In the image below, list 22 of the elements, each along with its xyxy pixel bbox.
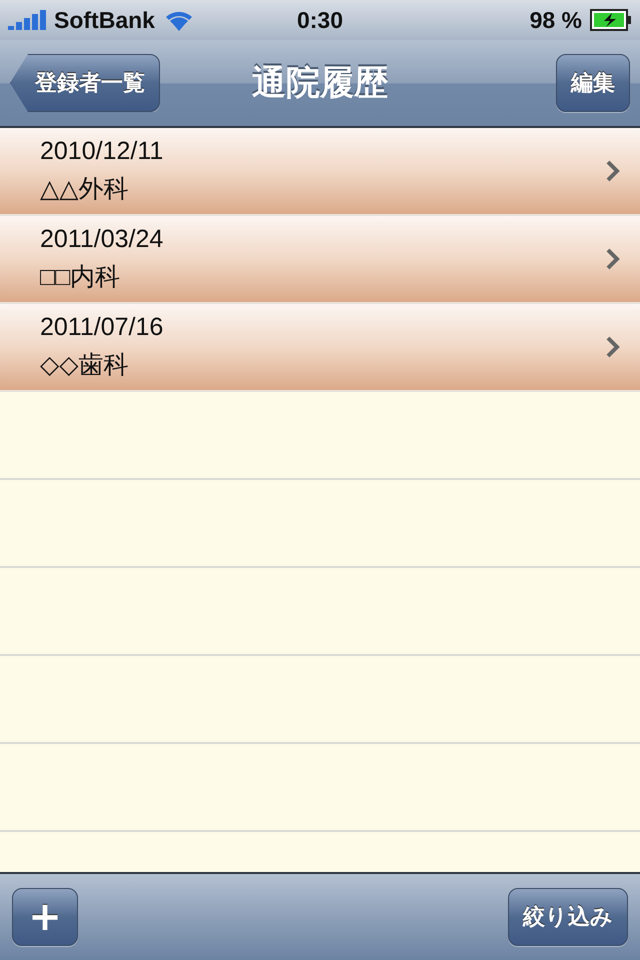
edit-button[interactable]: 編集 bbox=[556, 54, 630, 112]
battery-icon bbox=[590, 9, 632, 31]
visit-date: 2010/12/11 bbox=[40, 137, 164, 166]
clinic-name: □□内科 bbox=[40, 262, 122, 293]
add-button[interactable]: + bbox=[12, 888, 78, 946]
signal-icon bbox=[8, 10, 46, 30]
chevron-icon bbox=[606, 160, 620, 182]
visit-row[interactable]: 2011/03/24 □□内科 bbox=[0, 216, 640, 304]
chevron-icon bbox=[606, 336, 620, 358]
clinic-name: ◇◇歯科 bbox=[40, 350, 130, 381]
visit-row[interactable]: 2011/07/16 ◇◇歯科 bbox=[0, 304, 640, 392]
clock-time: 0:30 bbox=[296, 6, 344, 34]
visit-date: 2011/07/16 bbox=[40, 313, 164, 342]
carrier-name: SoftBank bbox=[54, 6, 155, 34]
back-button[interactable]: 登録者一覧 bbox=[10, 54, 160, 112]
battery-percent: 98 % bbox=[530, 6, 582, 34]
visit-row[interactable]: 2010/12/11 △△外科 bbox=[0, 128, 640, 216]
clinic-name: △△外科 bbox=[40, 174, 130, 205]
filter-button[interactable]: 絞り込み bbox=[508, 888, 628, 946]
screen-title: 通院履歴 bbox=[252, 62, 388, 105]
chevron-icon bbox=[606, 248, 620, 270]
visit-date: 2011/03/24 bbox=[40, 225, 164, 254]
